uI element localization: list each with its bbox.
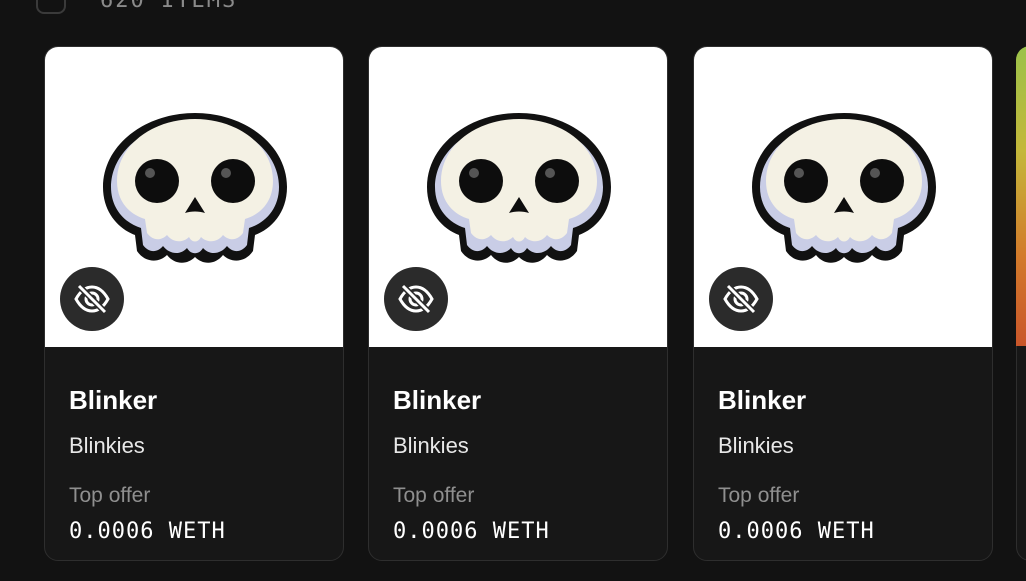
hide-button[interactable]	[60, 267, 124, 331]
nft-thumbnail	[369, 47, 667, 347]
nft-card[interactable]: Blinker Blinkies Top offer 0.0006 WETH	[693, 46, 993, 561]
skull-icon	[752, 113, 936, 263]
collection-name[interactable]: Blinkies	[393, 433, 469, 459]
select-all-checkbox[interactable]	[36, 0, 66, 14]
top-offer-value: 0.0006 WETH	[69, 519, 226, 544]
hide-button[interactable]	[384, 267, 448, 331]
toolbar: 620 ITEMS	[0, 0, 1026, 20]
skull-icon	[103, 113, 287, 263]
top-offer-label: Top offer	[393, 484, 475, 507]
nft-thumbnail	[694, 47, 992, 347]
top-offer-value: 0.0006 WETH	[718, 519, 875, 544]
skull-icon	[427, 113, 611, 263]
collection-name[interactable]: Blinkies	[69, 433, 145, 459]
eye-slash-icon	[398, 284, 434, 314]
top-offer-value: 0.0006 WETH	[393, 519, 550, 544]
nft-card[interactable]: Blinker Blinkies Top offer 0.0006 WETH	[368, 46, 668, 561]
eye-slash-icon	[723, 284, 759, 314]
nft-card-partial-info	[1016, 346, 1026, 561]
collection-name[interactable]: Blinkies	[718, 433, 794, 459]
item-name[interactable]: Blinker	[69, 385, 157, 416]
nft-thumbnail	[45, 47, 343, 347]
top-offer-label: Top offer	[718, 484, 800, 507]
eye-slash-icon	[74, 284, 110, 314]
top-offer-label: Top offer	[69, 484, 151, 507]
hide-button[interactable]	[709, 267, 773, 331]
nft-card-partial[interactable]	[1016, 46, 1026, 346]
item-name[interactable]: Blinker	[718, 385, 806, 416]
nft-card[interactable]: Blinker Blinkies Top offer 0.0006 WETH	[44, 46, 344, 561]
item-name[interactable]: Blinker	[393, 385, 481, 416]
item-count: 620 ITEMS	[100, 0, 238, 13]
